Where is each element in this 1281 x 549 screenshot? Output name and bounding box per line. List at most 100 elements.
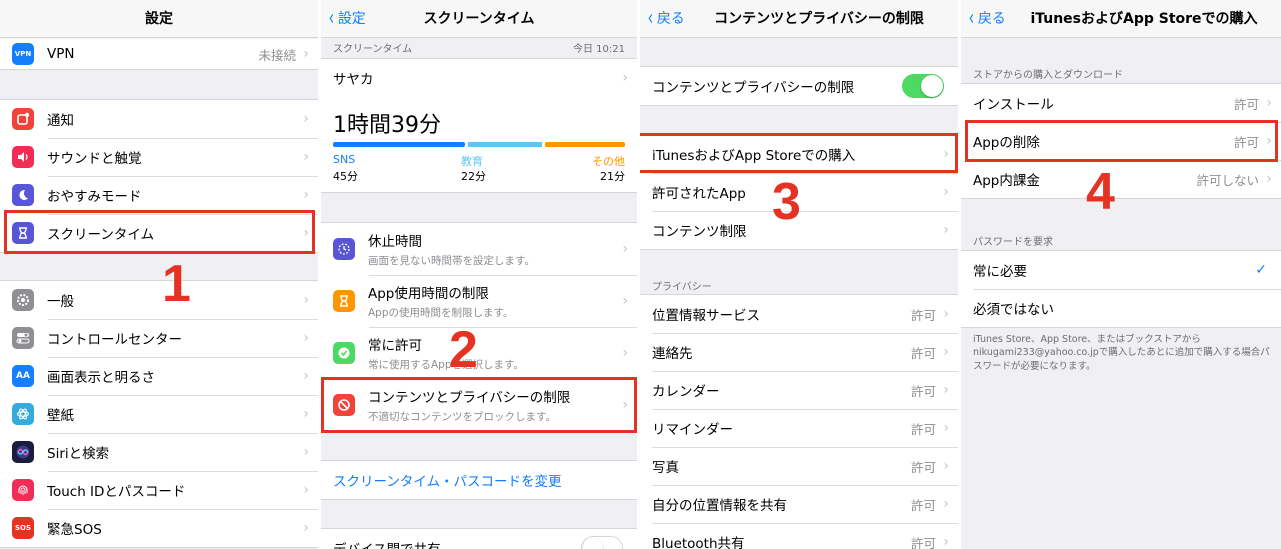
screen-time-item-always-allowed[interactable]: 常に許可 常に使用するAppを選択します。 ›: [321, 327, 637, 379]
settings-item-general[interactable]: 一般 ›: [0, 281, 318, 319]
chevron-right-icon: ›: [303, 46, 309, 62]
item-install[interactable]: インストール 許可 ›: [961, 84, 1281, 122]
notification-icon: [12, 108, 34, 130]
privacy-item-share-location[interactable]: 自分の位置情報を共有 許可 ›: [640, 485, 958, 523]
privacy-item-contacts[interactable]: 連絡先 許可 ›: [640, 333, 958, 371]
section-header: プライバシー: [652, 282, 712, 293]
nav-bar: ‹ 戻る iTunesおよびApp Storeでの購入: [961, 0, 1281, 38]
item-label: 壁紙: [47, 408, 74, 424]
usage-bar-other: [545, 142, 625, 147]
timestamp: 今日 10:21: [573, 44, 625, 55]
chevron-right-icon: ›: [303, 292, 309, 308]
chevron-right-icon: ›: [622, 241, 628, 257]
item-subtitle: 画面を見ない時間帯を設定します。: [368, 255, 535, 267]
privacy-item-photos[interactable]: 写真 許可 ›: [640, 447, 958, 485]
settings-item-display[interactable]: AA 画面表示と明るさ ›: [0, 357, 318, 395]
chevron-right-icon: ›: [303, 330, 309, 346]
item-label: 位置情報サービス: [652, 308, 760, 324]
downtime-icon: [333, 238, 355, 260]
fingerprint-icon: [12, 479, 34, 501]
item-label: コンテンツとプライバシーの制限: [652, 80, 855, 96]
screen-time-panel: ‹ 設定 スクリーンタイム スクリーンタイム 今日 10:21 サヤカ › 1時間…: [321, 0, 637, 549]
page-title: スクリーンタイム: [423, 11, 535, 27]
settings-item-siri[interactable]: Siriと検索 ›: [0, 433, 318, 471]
category-time: 21分: [600, 170, 625, 183]
option-not-required[interactable]: 必須ではない: [961, 289, 1281, 327]
category-name: SNS: [333, 153, 356, 166]
item-label: 写真: [652, 460, 679, 476]
screen-time-item-downtime[interactable]: 休止時間 画面を見ない時間帯を設定します。 ›: [321, 223, 637, 275]
screen-time-item-app-limits[interactable]: App使用時間の制限 Appの使用時間を制限します。 ›: [321, 275, 637, 327]
content-privacy-toggle[interactable]: [902, 74, 944, 98]
nav-bar: ‹ 設定 スクリーンタイム: [321, 0, 637, 38]
item-label: おやすみモード: [47, 189, 142, 205]
chevron-right-icon: ›: [943, 496, 949, 512]
chevron-right-icon: ›: [303, 368, 309, 384]
item-value: 許可: [910, 307, 936, 323]
settings-panel: 設定 VPN VPN 未接続 › 通知 › サウンドと触覚 › おやすみモード …: [0, 0, 318, 549]
gear-icon: [12, 289, 34, 311]
change-passcode-link[interactable]: スクリーンタイム・パスコードを変更: [321, 461, 637, 499]
item-label: 通知: [47, 113, 74, 129]
privacy-item-reminders[interactable]: リマインダー 許可 ›: [640, 409, 958, 447]
highlight-box: [4, 210, 315, 254]
chevron-right-icon: ›: [622, 70, 628, 86]
settings-item-do-not-disturb[interactable]: おやすみモード ›: [0, 176, 318, 214]
toggle-group: コンテンツとプライバシーの制限: [640, 66, 958, 106]
speaker-icon: [12, 146, 34, 168]
item-title: 常に許可: [368, 338, 422, 354]
settings-item-sounds[interactable]: サウンドと触覚 ›: [0, 138, 318, 176]
settings-item-wallpaper[interactable]: 壁紙 ›: [0, 395, 318, 433]
chevron-right-icon: ›: [1266, 95, 1272, 111]
user-row[interactable]: サヤカ ›: [321, 59, 637, 97]
item-title: App使用時間の制限: [368, 286, 489, 302]
item-value: 許可: [910, 345, 936, 361]
settings-item-touch-id[interactable]: Touch IDとパスコード ›: [0, 471, 318, 509]
hourglass-icon: [333, 290, 355, 312]
share-toggle[interactable]: [581, 536, 623, 549]
privacy-group: 位置情報サービス 許可 › 連絡先 許可 › カレンダー 許可 › リマインダー…: [640, 294, 958, 549]
toggles-icon: [12, 327, 34, 349]
chevron-right-icon: ›: [303, 149, 309, 165]
settings-item-emergency-sos[interactable]: SOS 緊急SOS ›: [0, 509, 318, 547]
footer-note: iTunes Store、App Store、またはブックストアから nikug…: [973, 334, 1270, 372]
item-in-app-purchases[interactable]: App内課金 許可しない ›: [961, 160, 1281, 198]
vpn-group: VPN VPN 未接続 ›: [0, 39, 318, 70]
category-name: その他: [592, 155, 625, 168]
page-title: コンテンツとプライバシーの制限: [714, 11, 924, 27]
item-value: 許可しない: [1196, 172, 1259, 188]
nav-bar: ‹ 戻る コンテンツとプライバシーの制限: [640, 0, 958, 38]
siri-icon: [12, 441, 34, 463]
item-label: カレンダー: [652, 384, 720, 400]
item-label: 連絡先: [652, 346, 693, 362]
settings-item-control-center[interactable]: コントロールセンター ›: [0, 319, 318, 357]
item-subtitle: Appの使用時間を制限します。: [368, 307, 514, 319]
chevron-right-icon: ›: [943, 382, 949, 398]
item-label: VPN: [47, 46, 75, 62]
usage-bar-education: [468, 142, 542, 147]
moon-icon: [12, 184, 34, 206]
option-label: 必須ではない: [973, 302, 1054, 318]
settings-item-vpn[interactable]: VPN VPN 未接続 ›: [0, 39, 318, 69]
item-label: サウンドと触覚: [47, 151, 142, 167]
item-label: 一般: [47, 294, 74, 310]
item-label: App内課金: [973, 173, 1040, 189]
nav-bar: 設定: [0, 0, 318, 38]
item-label: Siriと検索: [47, 446, 110, 462]
privacy-item-bluetooth[interactable]: Bluetooth共有 許可 ›: [640, 523, 958, 549]
privacy-item-location[interactable]: 位置情報サービス 許可 ›: [640, 295, 958, 333]
item-label: 自分の位置情報を共有: [652, 498, 787, 514]
option-always-require[interactable]: 常に必要 ✓: [961, 251, 1281, 289]
settings-item-notifications[interactable]: 通知 ›: [0, 100, 318, 138]
chevron-right-icon: ›: [943, 306, 949, 322]
flower-icon: [12, 403, 34, 425]
page-title: iTunesおよびApp Storeでの購入: [1030, 11, 1258, 27]
item-value: 許可: [910, 459, 936, 475]
item-subtitle: 常に使用するAppを選択します。: [368, 359, 524, 371]
item-title: 休止時間: [368, 234, 422, 250]
section-header: パスワードを要求: [973, 237, 1053, 248]
item-value: 許可: [910, 535, 936, 549]
passcode-group: スクリーンタイム・パスコードを変更: [321, 460, 637, 500]
privacy-item-calendars[interactable]: カレンダー 許可 ›: [640, 371, 958, 409]
item-label: コントロールセンター: [47, 332, 182, 348]
